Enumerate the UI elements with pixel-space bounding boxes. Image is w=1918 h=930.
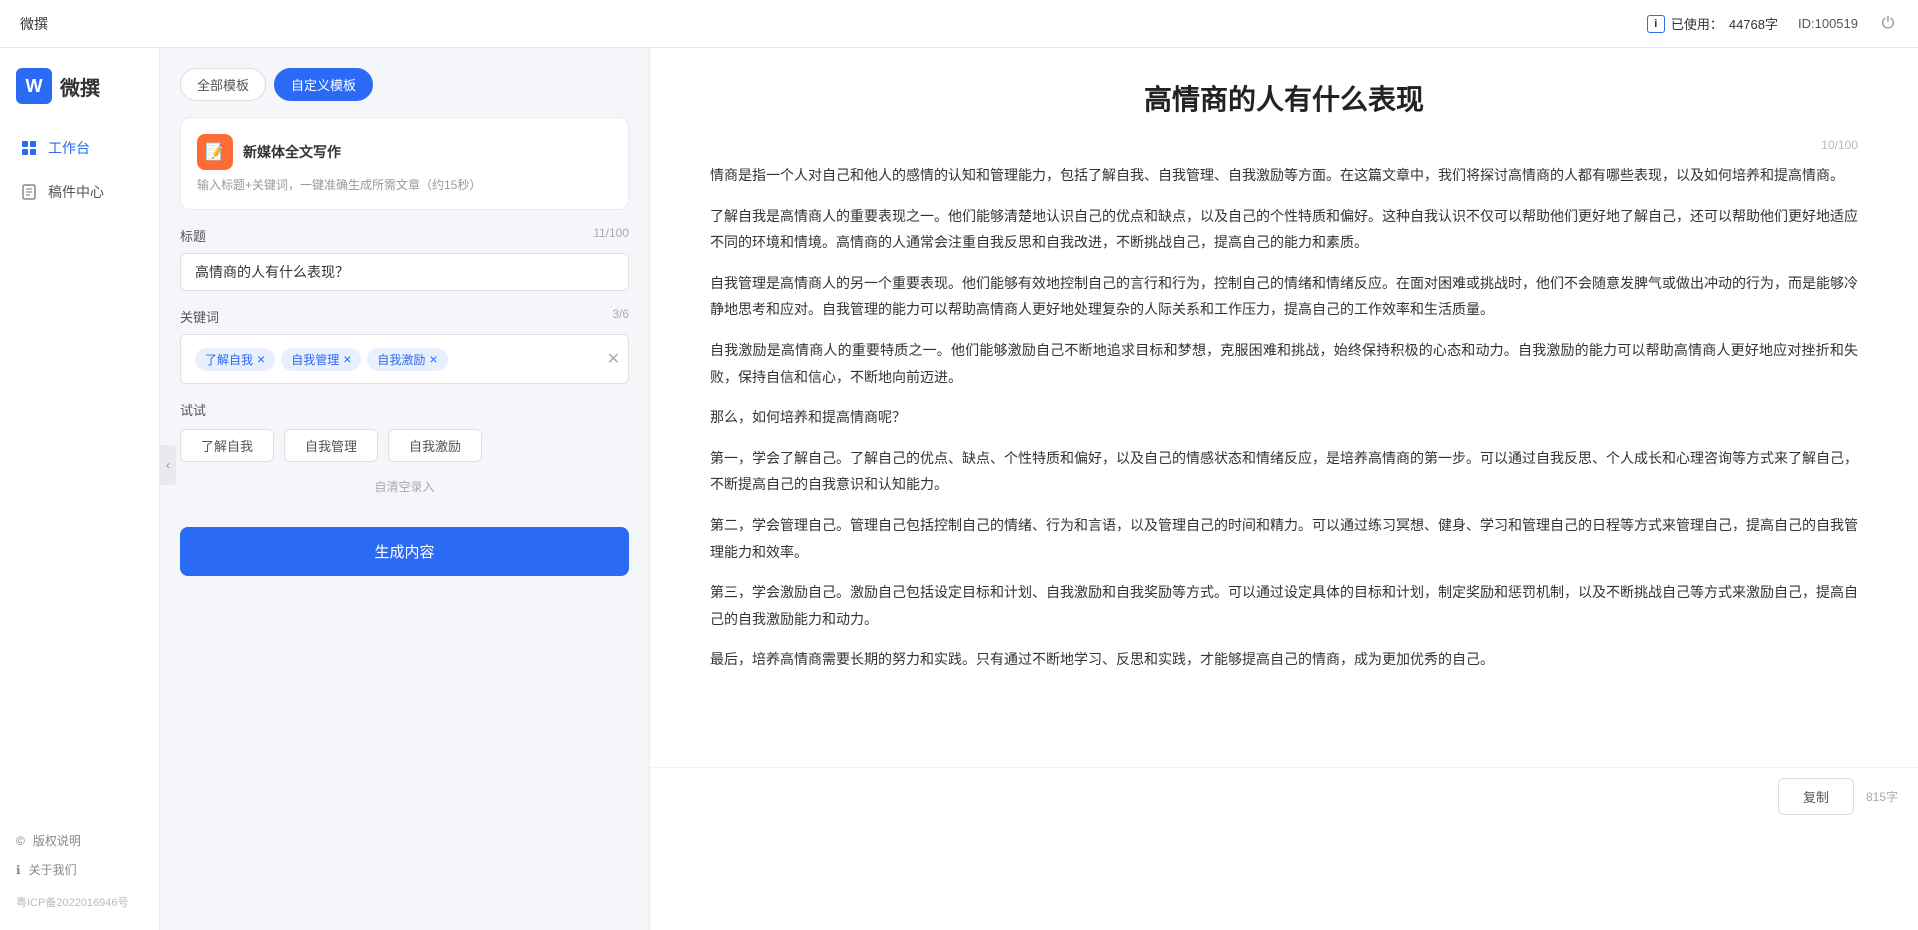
title-input[interactable]: [180, 253, 629, 291]
article-paragraph: 了解自我是高情商人的重要表现之一。他们能够清楚地认识自己的优点和缺点，以及自己的…: [710, 203, 1858, 256]
article-paragraph: 自我激励是高情商人的重要特质之一。他们能够激励自己不断地追求目标和梦想，克服困难…: [710, 337, 1858, 390]
tab-all-templates[interactable]: 全部模板: [180, 68, 266, 101]
title-section: 标题 11/100: [180, 226, 629, 291]
template-title: 新媒体全文写作: [243, 142, 341, 162]
template-card: 📝 新媒体全文写作 输入标题+关键词，一键准确生成所需文章（约15秒）: [180, 117, 629, 210]
article-paragraph: 情商是指一个人对自己和他人的感情的认知和管理能力，包括了解自我、自我管理、自我激…: [710, 162, 1858, 189]
word-count: 815字: [1866, 788, 1898, 805]
sidebar-collapse-tab[interactable]: ‹: [160, 445, 176, 485]
sidebar-item-workbench-label: 工作台: [48, 138, 90, 158]
tab-custom-templates[interactable]: 自定义模板: [274, 68, 373, 101]
right-panel: 高情商的人有什么表现 10/100 情商是指一个人对自己和他人的感情的认知和管理…: [650, 48, 1918, 930]
about-item[interactable]: ℹ 关于我们: [16, 861, 143, 878]
usage-info: i 已使用： 44768字: [1647, 14, 1778, 33]
copy-button[interactable]: 复制: [1778, 778, 1854, 815]
user-id: ID:100519: [1798, 16, 1858, 31]
keywords-label: 关键词: [180, 307, 219, 326]
icp-text: 粤ICP备2022016946号: [0, 894, 159, 910]
article-paragraph: 第三，学会激励自己。激励自己包括设定目标和计划、自我激励和自我奖励等方式。可以通…: [710, 579, 1858, 632]
test-tag-3[interactable]: 自我激励: [388, 429, 482, 462]
workbench-icon: [20, 139, 38, 157]
sidebar: W 微撰 工作台 稿件中心 © 版权说明 ℹ: [0, 48, 160, 930]
topbar-right: i 已使用： 44768字 ID:100519 ⏻: [1647, 14, 1898, 34]
copyright-item[interactable]: © 版权说明: [16, 832, 143, 849]
main-layout: W 微撰 工作台 稿件中心 © 版权说明 ℹ: [0, 48, 1918, 930]
logo-text: 微撰: [60, 72, 100, 101]
sidebar-footer: © 版权说明 ℹ 关于我们: [0, 816, 159, 894]
keywords-box[interactable]: 了解自我 × 自我管理 × 自我激励 × ✕: [180, 334, 629, 384]
keyword-tag-2[interactable]: 自我管理 ×: [281, 348, 361, 371]
test-tag-2[interactable]: 自我管理: [284, 429, 378, 462]
about-icon: ℹ: [16, 863, 21, 877]
sidebar-item-drafts[interactable]: 稿件中心: [0, 172, 159, 212]
title-label-row: 标题 11/100: [180, 226, 629, 245]
sidebar-item-workbench[interactable]: 工作台: [0, 128, 159, 168]
usage-count: 44768字: [1729, 14, 1778, 33]
sidebar-logo: W 微撰: [0, 68, 159, 128]
title-label: 标题: [180, 226, 206, 245]
generate-button[interactable]: 生成内容: [180, 527, 629, 576]
keywords-count: 3/6: [612, 307, 629, 326]
drafts-icon: [20, 183, 38, 201]
test-tags: 了解自我 自我管理 自我激励: [180, 429, 629, 462]
topbar-app-title: 微撰: [20, 14, 48, 34]
keyword-remove-3[interactable]: ×: [429, 352, 437, 366]
title-count: 11/100: [593, 226, 629, 245]
content-area: 全部模板 自定义模板 📝 新媒体全文写作 输入标题+关键词，一键准确生成所需文章…: [160, 48, 1918, 930]
keyword-text-3: 自我激励: [377, 351, 425, 368]
keywords-clear-btn[interactable]: ✕: [607, 349, 620, 369]
template-tabs: 全部模板 自定义模板: [180, 68, 629, 101]
usage-label: 已使用：: [1671, 14, 1723, 33]
right-panel-footer: 复制 815字: [650, 767, 1918, 825]
keyword-tag-3[interactable]: 自我激励 ×: [367, 348, 447, 371]
topbar: 微撰 i 已使用： 44768字 ID:100519 ⏻: [0, 0, 1918, 48]
copyright-label: 版权说明: [33, 832, 81, 849]
article-title: 高情商的人有什么表现: [710, 78, 1858, 118]
keyword-remove-1[interactable]: ×: [257, 352, 265, 366]
keyword-text-2: 自我管理: [291, 351, 339, 368]
keyword-remove-2[interactable]: ×: [343, 352, 351, 366]
topbar-left: 微撰: [20, 14, 48, 34]
template-icon: 📝: [197, 134, 233, 170]
article-header: 高情商的人有什么表现: [650, 48, 1918, 138]
test-tag-1[interactable]: 了解自我: [180, 429, 274, 462]
keywords-section: 关键词 3/6 了解自我 × 自我管理 × 自我激励 ×: [180, 307, 629, 384]
power-button[interactable]: ⏻: [1878, 14, 1898, 34]
keyword-text-1: 了解自我: [205, 351, 253, 368]
article-body: 情商是指一个人对自己和他人的感情的认知和管理能力，包括了解自我、自我管理、自我激…: [650, 152, 1918, 767]
info-icon: i: [1647, 15, 1665, 33]
article-paragraph: 最后，培养高情商需要长期的努力和实践。只有通过不断地学习、反思和实践，才能够提高…: [710, 646, 1858, 673]
test-section: 试试 了解自我 自我管理 自我激励 自清空录入: [180, 400, 629, 503]
copyright-icon: ©: [16, 834, 25, 848]
left-panel: 全部模板 自定义模板 📝 新媒体全文写作 输入标题+关键词，一键准确生成所需文章…: [160, 48, 650, 930]
template-desc: 输入标题+关键词，一键准确生成所需文章（约15秒）: [197, 176, 612, 193]
sidebar-item-drafts-label: 稿件中心: [48, 182, 104, 202]
keyword-tag-1[interactable]: 了解自我 ×: [195, 348, 275, 371]
template-card-header: 📝 新媒体全文写作: [197, 134, 612, 170]
sidebar-nav: 工作台 稿件中心: [0, 128, 159, 212]
empty-hint: 自清空录入: [180, 470, 629, 503]
keywords-label-row: 关键词 3/6: [180, 307, 629, 326]
article-paragraph: 第一，学会了解自己。了解自己的优点、缺点、个性特质和偏好，以及自己的情感状态和情…: [710, 445, 1858, 498]
test-label: 试试: [180, 400, 629, 419]
article-paragraph: 那么，如何培养和提高情商呢？: [710, 404, 1858, 431]
article-paragraph: 自我管理是高情商人的另一个重要表现。他们能够有效地控制自己的言行和行为，控制自己…: [710, 270, 1858, 323]
article-paragraph: 第二，学会管理自己。管理自己包括控制自己的情绪、行为和言语，以及管理自己的时间和…: [710, 512, 1858, 565]
logo-icon: W: [16, 68, 52, 104]
article-page-count: 10/100: [650, 138, 1918, 152]
about-label: 关于我们: [29, 861, 77, 878]
